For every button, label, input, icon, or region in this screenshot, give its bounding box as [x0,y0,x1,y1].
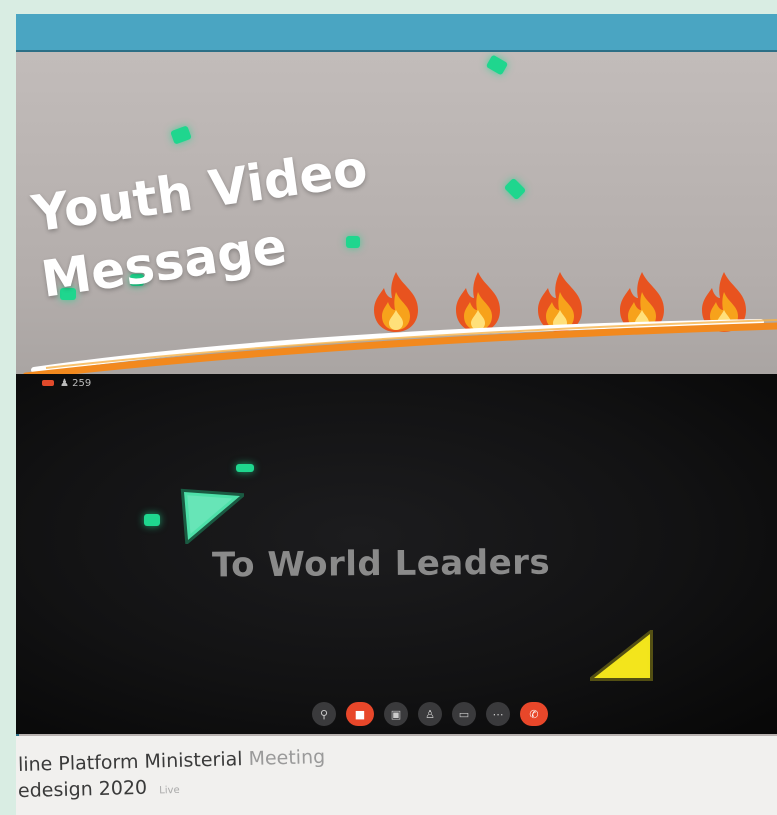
end-call-icon[interactable]: ✆ [520,702,548,726]
video-title-line2: edesign 2020 Live [18,776,180,802]
video-live-tag: Live [159,784,180,797]
more-icon[interactable]: ⋯ [486,702,510,726]
call-controls-toolbar: ⚲ ■ ▣ ♙ ▭ ⋯ ✆ [312,702,548,726]
video-title-line1: line Platform Ministerial Meeting [18,746,326,776]
video-title-line2-main: edesign 2020 [17,776,148,803]
confetti-icon [503,177,527,201]
confetti-icon [144,514,160,526]
video-title-line1-main: line Platform Ministerial [17,748,243,777]
participants-icon[interactable]: ♙ [418,702,442,726]
video-caption-area: line Platform Ministerial Meeting edesig… [16,736,777,815]
person-icon: ♟ [60,378,69,389]
live-dot-icon [42,380,54,386]
viewer-count-value: 259 [72,378,92,389]
video-title-line1-faded: Meeting [248,745,326,770]
viewer-count: ♟ 259 [42,378,91,389]
mic-icon[interactable]: ⚲ [312,702,336,726]
video-call-screen: ♟ 259 To World Leaders ⚲ ■ ▣ ♙ ▭ ⋯ ✆ [16,374,777,734]
chat-icon[interactable]: ▭ [452,702,476,726]
confetti-icon [485,54,509,76]
story-title: Youth Video Message [28,135,381,313]
video-overlay-text: To World Leaders [211,542,551,586]
confetti-icon [170,125,192,145]
yellow-triangle-icon [590,630,653,681]
camera-icon[interactable]: ■ [346,702,374,726]
green-triangle-icon [180,488,244,544]
share-icon[interactable]: ▣ [384,702,408,726]
header-bar [16,14,777,52]
story-frame: Youth Video Message ♟ 259 To World Leade… [16,52,777,815]
confetti-icon [236,464,254,472]
story-background: Youth Video Message [16,52,777,382]
